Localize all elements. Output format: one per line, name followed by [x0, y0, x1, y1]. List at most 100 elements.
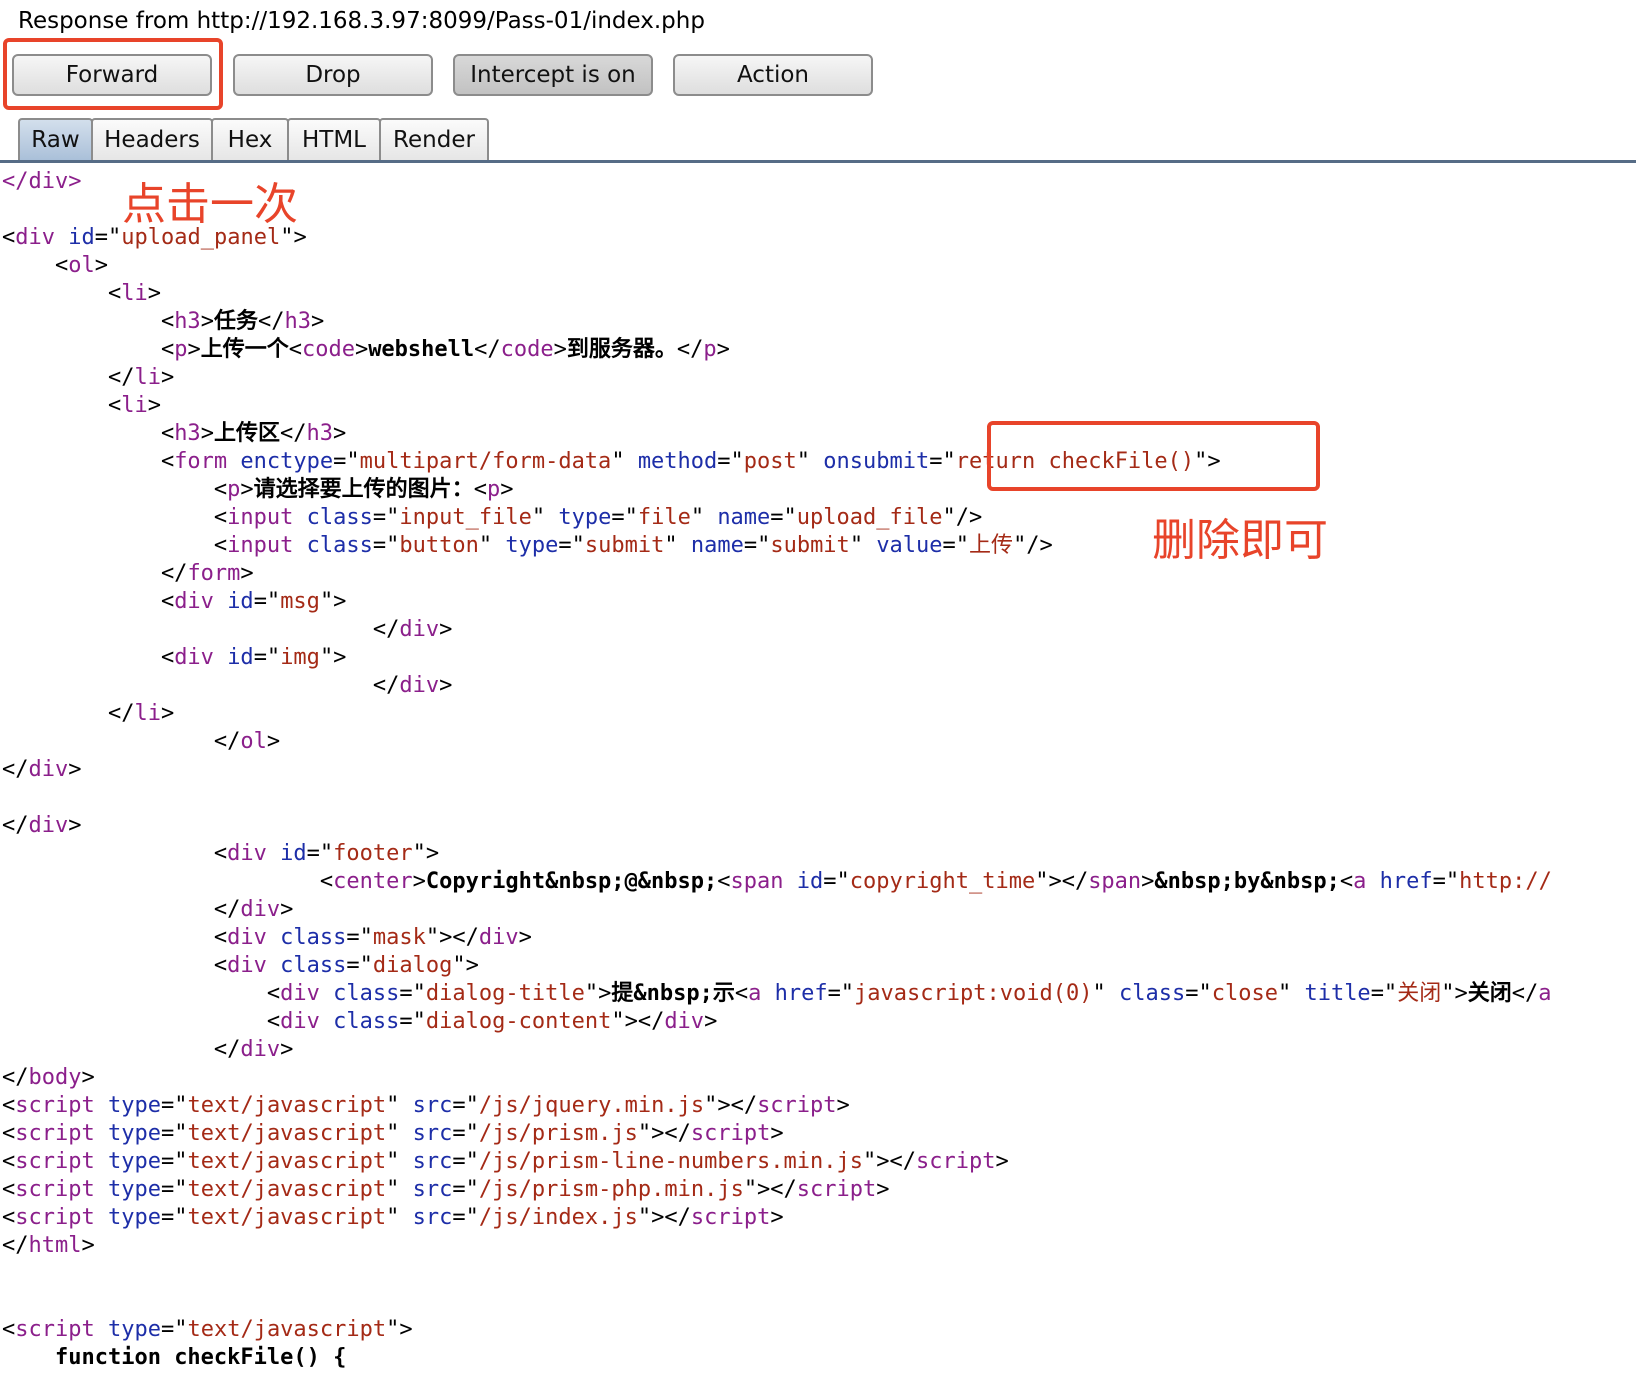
- code-line: </li>: [2, 364, 1552, 392]
- code-token: class: [280, 925, 347, 950]
- code-token: =": [160, 1149, 188, 1174]
- code-token: ": [664, 533, 691, 558]
- code-token: submit: [770, 533, 850, 558]
- code-token: /js/prism-line-numbers.min.js: [478, 1149, 864, 1174]
- code-token: div: [28, 757, 69, 782]
- code-token: <: [1339, 869, 1354, 894]
- code-token: ">: [1441, 981, 1468, 1006]
- code-token: h3: [174, 421, 201, 446]
- code-token: =": [160, 1177, 188, 1202]
- code-token: <: [2, 981, 281, 1006]
- code-token: id: [796, 869, 824, 894]
- code-token: =": [717, 449, 744, 474]
- code-token: script: [15, 1093, 95, 1118]
- code-token: >: [200, 309, 214, 334]
- code-token: <: [2, 477, 228, 502]
- tab-render[interactable]: Render: [379, 118, 489, 160]
- code-token: code: [301, 337, 355, 362]
- click-once-annotation: 点击一次: [122, 179, 298, 230]
- code-token: h3: [306, 421, 333, 446]
- raw-response-editor[interactable]: </div> <div id="upload_panel"> <ol> <li>…: [2, 168, 1552, 1372]
- code-token: >: [94, 253, 108, 278]
- code-token: name: [717, 505, 771, 530]
- code-token: "></: [611, 1009, 665, 1034]
- code-token: multipart/form-data: [359, 449, 612, 474]
- code-token: =": [333, 449, 360, 474]
- code-line: <script type="text/javascript" src="/js/…: [2, 1148, 1552, 1176]
- code-token: <: [2, 281, 122, 306]
- code-token: script: [15, 1149, 95, 1174]
- code-token: </: [257, 309, 285, 334]
- code-token: file: [637, 505, 691, 530]
- code-token: ": [690, 505, 718, 530]
- code-token: =": [346, 953, 373, 978]
- code-token: href: [1379, 869, 1433, 894]
- code-token: p: [486, 477, 501, 502]
- code-line: <ol>: [2, 252, 1552, 280]
- code-token: =": [558, 533, 585, 558]
- code-token: span: [730, 869, 784, 894]
- code-token: >: [310, 309, 325, 334]
- code-token: text/javascript: [187, 1093, 387, 1118]
- tab-headers[interactable]: Headers: [91, 118, 213, 160]
- code-token: </: [474, 337, 501, 362]
- code-token: div: [174, 589, 214, 614]
- code-token: =": [452, 1121, 479, 1146]
- code-token: li: [134, 701, 161, 726]
- code-token: http://: [1459, 869, 1552, 894]
- code-token: =": [94, 225, 122, 250]
- code-token: >: [770, 1205, 784, 1230]
- code-token: code: [500, 337, 554, 362]
- code-token: =": [743, 533, 771, 558]
- code-token: >: [280, 1037, 294, 1062]
- code-token: src: [412, 1205, 453, 1230]
- code-token: <: [2, 421, 175, 446]
- code-token: ol: [240, 729, 267, 754]
- code-token: id: [280, 841, 307, 866]
- code-token: </: [1511, 981, 1539, 1006]
- tab-html[interactable]: HTML: [287, 118, 381, 160]
- code-token: ">: [319, 589, 347, 614]
- code-token: ": [849, 533, 877, 558]
- code-line: <div id="img">: [2, 644, 1552, 672]
- code-token: div: [227, 953, 267, 978]
- intercept-toggle-button[interactable]: Intercept is on: [453, 54, 653, 96]
- code-token: >: [147, 393, 161, 418]
- drop-button[interactable]: Drop: [233, 54, 433, 96]
- code-token: script: [690, 1205, 771, 1230]
- code-token: ">: [386, 1317, 413, 1342]
- code-token: div: [280, 1009, 320, 1034]
- code-token: =": [306, 841, 334, 866]
- code-token: "></: [1035, 869, 1089, 894]
- code-line: </li>: [2, 700, 1552, 728]
- code-token: <: [2, 589, 175, 614]
- code-token: id: [227, 589, 254, 614]
- action-button[interactable]: Action: [673, 54, 873, 96]
- code-token: <: [2, 253, 69, 278]
- code-token: src: [412, 1149, 453, 1174]
- code-token: input: [227, 505, 294, 530]
- code-token: a: [748, 981, 762, 1006]
- code-token: type: [107, 1205, 161, 1230]
- code-token: script: [757, 1093, 837, 1118]
- code-token: close: [1211, 981, 1278, 1006]
- code-token: <: [717, 869, 731, 894]
- code-token: Copyright&nbsp;@&nbsp;: [425, 869, 718, 894]
- code-token: 上传区: [213, 421, 280, 446]
- code-token: msg: [280, 589, 320, 614]
- code-token: class: [333, 981, 400, 1006]
- code-token: 提&nbsp;示: [611, 981, 735, 1006]
- tab-hex[interactable]: Hex: [211, 118, 289, 160]
- code-line: <li>: [2, 392, 1552, 420]
- code-token: div: [240, 1037, 281, 1062]
- code-token: src: [412, 1121, 453, 1146]
- code-token: =": [823, 869, 850, 894]
- code-token: =": [160, 1093, 188, 1118]
- code-token: href: [774, 981, 828, 1006]
- code-token: body: [28, 1065, 82, 1090]
- tab-raw[interactable]: Raw: [18, 118, 93, 160]
- code-token: <: [2, 645, 175, 670]
